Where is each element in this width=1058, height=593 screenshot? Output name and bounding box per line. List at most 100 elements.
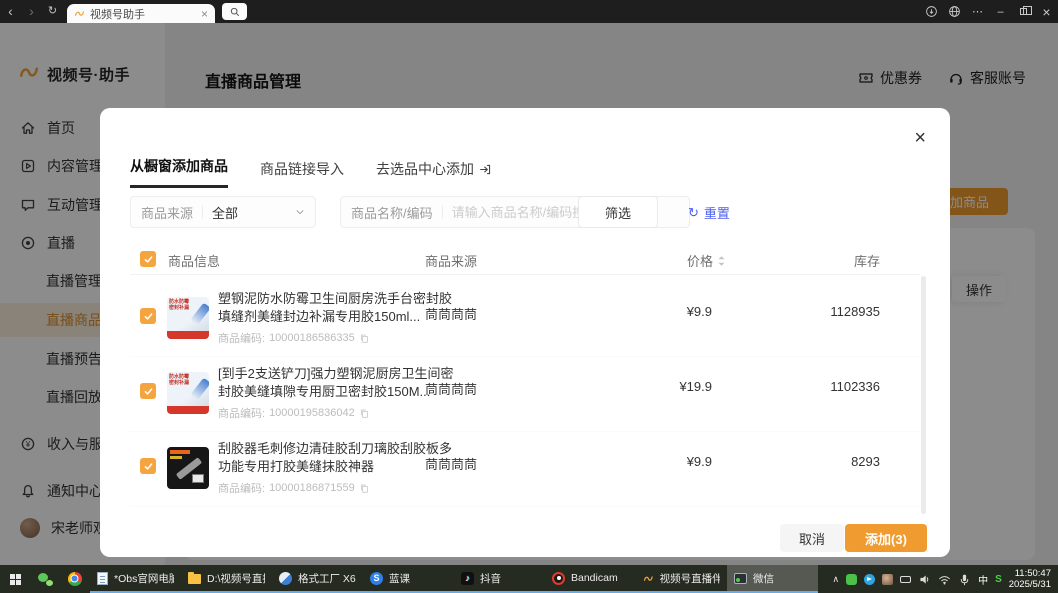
forward-icon[interactable]: › (21, 0, 42, 23)
product-source: 茼茼茼茼 (425, 304, 477, 323)
taskbar-app-bandicam[interactable]: Bandicam (545, 565, 636, 593)
thumbnail-badge: 防水防霉 密封补漏 (169, 374, 193, 386)
reset-icon: ↻ (688, 205, 699, 221)
keyword-label: 商品名称/编码 (351, 203, 433, 222)
taskbar-app-wechat-window[interactable]: 微信 (727, 565, 818, 593)
sort-icon (717, 255, 726, 267)
confirm-add-button[interactable]: 添加(3) (845, 524, 927, 552)
start-button[interactable] (0, 565, 30, 593)
select-all-checkbox[interactable] (140, 251, 156, 267)
browser-menu-icon[interactable]: ⋯ (966, 0, 989, 23)
filter-bar: 商品来源 全部 商品名称/编码 筛选 ↻ 重置 (130, 196, 920, 228)
tab-selection-center[interactable]: 去选品中心添加 (376, 159, 492, 188)
system-tray: ∧ 中 S 11:50:47 2025/5/31 (832, 565, 1058, 593)
taskbar-app-live-companion[interactable]: 视频号直播伴侣 (636, 565, 727, 593)
tab-import-link[interactable]: 商品链接导入 (260, 159, 344, 188)
sealant-tube-graphic (190, 378, 209, 401)
taskbar-clock[interactable]: 11:50:47 2025/5/31 (1009, 568, 1051, 590)
tab-close-icon[interactable]: × (201, 7, 208, 21)
window-controls: ⋯ – × (920, 0, 1058, 23)
price-header-label: 价格 (687, 251, 713, 270)
taskbar-app-label: Bandicam (571, 572, 618, 584)
product-thumbnail (167, 447, 209, 489)
taskbar-app-formatfactory[interactable]: 格式工厂 X64 ... (272, 565, 363, 593)
thumbnail-graphic (192, 474, 204, 483)
product-stock: 1128935 (830, 304, 880, 319)
refresh-icon[interactable]: ↻ (42, 0, 63, 23)
product-code-value: 10000195836042 (269, 407, 355, 419)
browser-tab[interactable]: 视频号助手 × (67, 4, 215, 23)
product-stock: 1102336 (830, 379, 880, 394)
tray-device-icon[interactable] (900, 576, 911, 583)
microphone-icon[interactable] (958, 573, 971, 586)
minimize-icon[interactable]: – (989, 0, 1012, 23)
chrome-icon (68, 572, 82, 586)
tray-messenger-icon[interactable] (864, 574, 875, 585)
taskbar-chrome-launcher[interactable] (60, 565, 90, 593)
source-select-label: 商品来源 (141, 203, 193, 222)
table-row: 防水防霉 密封补漏 [到手2支送铲刀]强力塑钢泥厨房卫生间密封胶美缝填隙专用厨卫… (130, 357, 920, 432)
row-checkbox[interactable] (140, 308, 156, 324)
table-row: 防水防霉 密封补漏 塑钢泥防水防霉卫生间厨房洗手台密封胶填缝剂美缝封边补漏专用胶… (130, 282, 920, 357)
product-source: 茼茼茼茼 (425, 454, 477, 473)
reset-label: 重置 (704, 203, 730, 222)
filter-button[interactable]: 筛选 (578, 196, 658, 228)
taskbar-app-notepad[interactable]: *Obs官网电脑... (90, 565, 181, 593)
modal-tabs: 从橱窗添加商品 商品链接导入 去选品中心添加 (130, 156, 492, 188)
product-thumbnail: 防水防霉 密封补漏 (167, 297, 209, 339)
goto-icon (479, 163, 492, 176)
tray-avatar-icon[interactable] (882, 574, 893, 585)
taskbar-app-label: 视频号直播伴侣 (660, 571, 720, 586)
product-price: ¥9.9 (687, 454, 712, 469)
sogou-icon[interactable]: S (995, 574, 1002, 585)
taskbar-app-douyin[interactable]: 抖音 (454, 565, 545, 593)
wechat-icon (38, 573, 53, 586)
product-thumbnail: 防水防霉 密封补漏 (167, 372, 209, 414)
row-checkbox[interactable] (140, 458, 156, 474)
globe-icon[interactable] (943, 0, 966, 23)
tray-wechat-icon[interactable] (846, 574, 857, 585)
taskbar-wechat-launcher[interactable] (30, 565, 60, 593)
tray-expand-icon[interactable]: ∧ (832, 574, 839, 585)
table-row: 刮胶器毛刺修边清硅胶刮刀璃胶刮胶板多功能专用打胶美缝抹胶神器 商品编码: 100… (130, 432, 920, 507)
divider (442, 205, 443, 219)
clock-date: 2025/5/31 (1009, 579, 1051, 590)
source-select[interactable]: 商品来源 全部 (130, 196, 316, 228)
product-source: 茼茼茼茼 (425, 379, 477, 398)
folder-icon (188, 574, 201, 584)
table-scrollbar[interactable] (921, 276, 926, 514)
reset-button[interactable]: ↻ 重置 (688, 203, 730, 222)
tab-title: 视频号助手 (90, 6, 201, 22)
column-header-price[interactable]: 价格 (687, 251, 726, 270)
product-code-label: 商品编码: (218, 480, 265, 496)
window-close-icon[interactable]: × (1035, 0, 1058, 23)
cancel-button[interactable]: 取消 (780, 524, 844, 552)
tab-label: 商品链接导入 (260, 159, 344, 179)
bandicam-icon (552, 572, 565, 585)
product-code: 商品编码: 10000195836042 (218, 405, 370, 421)
copy-icon[interactable] (359, 333, 370, 344)
row-checkbox[interactable] (140, 383, 156, 399)
tab-add-from-showcase[interactable]: 从橱窗添加商品 (130, 156, 228, 188)
sealant-tube-graphic (190, 303, 209, 326)
restore-icon[interactable] (1012, 0, 1035, 23)
ime-indicator[interactable]: 中 (978, 572, 988, 587)
tab-label: 去选品中心添加 (376, 159, 474, 179)
back-icon[interactable]: ‹ (0, 0, 21, 23)
column-header-info: 商品信息 (168, 251, 220, 270)
taskbar-app-explorer[interactable]: D:\视频号直播... (181, 565, 272, 593)
screen: ‹ › ↻ 视频号助手 × ⋯ – × (0, 0, 1058, 593)
product-code-label: 商品编码: (218, 405, 265, 421)
taskbar-app-label: 蓝课 (389, 571, 410, 586)
download-icon[interactable] (920, 0, 943, 23)
copy-icon[interactable] (359, 408, 370, 419)
volume-icon[interactable] (918, 573, 931, 586)
product-code: 商品编码: 10000186871559 (218, 480, 370, 496)
taskbar-app-lanke[interactable]: 蓝课 (363, 565, 454, 593)
product-name: 塑钢泥防水防霉卫生间厨房洗手台密封胶填缝剂美缝封边补漏专用胶150ml... (218, 290, 456, 327)
add-product-modal: × 从橱窗添加商品 商品链接导入 去选品中心添加 商品来源 全部 商品名称/编码 (100, 108, 950, 557)
network-icon[interactable] (938, 573, 951, 586)
copy-icon[interactable] (359, 483, 370, 494)
search-tab-button[interactable] (222, 3, 247, 20)
modal-close-icon[interactable]: × (914, 128, 926, 148)
